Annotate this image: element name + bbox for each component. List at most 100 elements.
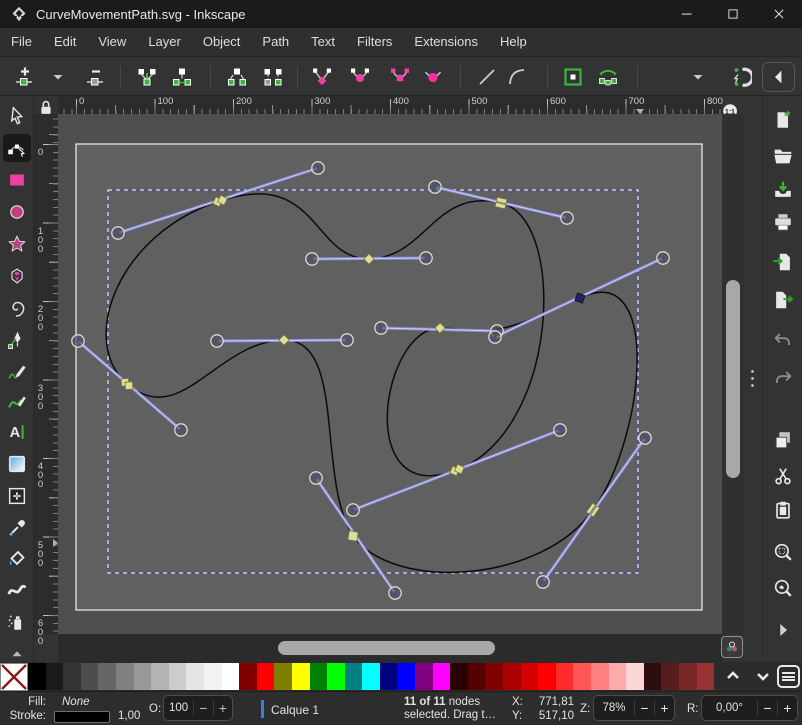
palette-swatch-10[interactable] <box>204 663 222 690</box>
vertical-scrollbar[interactable] <box>722 114 744 634</box>
maximize-button[interactable] <box>710 0 756 28</box>
tool-calligraphy[interactable] <box>3 388 31 416</box>
palette-swatch-23[interactable] <box>433 663 451 690</box>
expand-panel-button[interactable] <box>770 617 796 643</box>
palette-swatch-34[interactable] <box>626 663 644 690</box>
handle-end-9-1[interactable] <box>389 587 401 599</box>
handle-end-8-1[interactable] <box>537 576 549 588</box>
duplicate-button[interactable] <box>770 427 796 453</box>
stroke-to-path-button[interactable] <box>594 63 622 91</box>
node-corner-button[interactable] <box>308 63 336 91</box>
import-button[interactable] <box>770 249 796 275</box>
zoom-decrease-button[interactable]: − <box>634 700 654 716</box>
tool-star[interactable] <box>3 230 31 258</box>
palette-swatch-5[interactable] <box>116 663 134 690</box>
zoom-value[interactable]: 78% <box>594 702 634 714</box>
palette-swatch-4[interactable] <box>98 663 116 690</box>
layer-name[interactable]: Calque 1 <box>271 703 319 717</box>
handle-end-7-0[interactable] <box>347 504 359 516</box>
menu-item-extensions[interactable]: Extensions <box>403 28 489 56</box>
tool-mesh-gradient[interactable] <box>3 482 31 510</box>
palette-swatch-3[interactable] <box>81 663 99 690</box>
print-document-button[interactable] <box>770 209 796 235</box>
zoom-drawing-button[interactable] <box>770 575 796 601</box>
stroke-color-swatch[interactable] <box>54 711 110 723</box>
palette-swatch-26[interactable] <box>485 663 503 690</box>
stroke-width-value[interactable]: 1,00 <box>118 710 140 722</box>
tool-spray[interactable] <box>3 608 31 636</box>
palette-scroll-down-button[interactable] <box>752 665 774 687</box>
tool-dropper[interactable] <box>3 514 31 542</box>
tool-selector[interactable] <box>3 102 31 130</box>
new-document-button[interactable] <box>770 107 796 133</box>
divider-grip-icon[interactable] <box>751 368 754 388</box>
undo-button[interactable] <box>770 327 796 353</box>
palette-swatch-16[interactable] <box>310 663 328 690</box>
tool-text[interactable]: A <box>3 418 31 446</box>
cut-button[interactable] <box>770 463 796 489</box>
handle-end-2-0[interactable] <box>306 253 318 265</box>
delete-segment-button[interactable] <box>259 63 287 91</box>
open-document-button[interactable] <box>770 143 796 169</box>
close-button[interactable] <box>756 0 802 28</box>
rotation-field[interactable]: 0,00° − + <box>701 695 798 721</box>
handle-end-4-0[interactable] <box>375 322 387 334</box>
node-smooth-button[interactable] <box>346 63 374 91</box>
horizontal-scrollbar-thumb[interactable] <box>278 641 495 655</box>
palette-swatch-32[interactable] <box>591 663 609 690</box>
color-management-toggle[interactable] <box>721 636 743 658</box>
menu-item-filters[interactable]: Filters <box>346 28 403 56</box>
snap-button[interactable] <box>726 63 754 91</box>
palette-swatch-25[interactable] <box>468 663 486 690</box>
insert-node-button[interactable] <box>10 63 38 91</box>
handle-end-2-1[interactable] <box>420 252 432 264</box>
segment-line-button[interactable] <box>473 63 501 91</box>
break-nodes-button[interactable] <box>223 63 251 91</box>
paste-button[interactable] <box>770 497 796 523</box>
node-symmetric-button[interactable] <box>386 63 414 91</box>
panel-divider[interactable] <box>744 96 762 662</box>
palette-swatch-15[interactable] <box>292 663 310 690</box>
path-node-8[interactable] <box>348 531 358 541</box>
palette-menu-button[interactable] <box>777 665 800 688</box>
palette-swatch-37[interactable] <box>679 663 697 690</box>
tool-pencil[interactable] <box>3 358 31 386</box>
menu-item-edit[interactable]: Edit <box>43 28 87 56</box>
opacity-value[interactable]: 100 <box>164 702 193 714</box>
redo-button[interactable] <box>770 365 796 391</box>
horizontal-ruler[interactable]: 0100200300400500600700800 <box>58 96 722 114</box>
palette-swatch-30[interactable] <box>556 663 574 690</box>
dropdown-button[interactable] <box>44 63 72 91</box>
segment-curve-button[interactable] <box>503 63 531 91</box>
vertical-scrollbar-thumb[interactable] <box>726 280 740 478</box>
canvas-svg[interactable] <box>58 114 722 634</box>
handle-end-6-1[interactable] <box>657 252 669 264</box>
palette-swatch-17[interactable] <box>327 663 345 690</box>
handle-end-3-1[interactable] <box>341 334 353 346</box>
handle-end-7-1[interactable] <box>554 424 566 436</box>
menu-item-view[interactable]: View <box>87 28 137 56</box>
palette-swatch-13[interactable] <box>257 663 275 690</box>
opacity-increase-button[interactable]: + <box>213 700 232 716</box>
handle-end-9-0[interactable] <box>310 472 322 484</box>
zoom-selection-button[interactable] <box>770 539 796 565</box>
palette-swatch-1[interactable] <box>46 663 64 690</box>
menu-item-help[interactable]: Help <box>489 28 538 56</box>
palette-swatch-2[interactable] <box>63 663 81 690</box>
palette-swatch-38[interactable] <box>697 663 715 690</box>
object-to-path-button[interactable] <box>559 63 587 91</box>
palette-swatch-33[interactable] <box>609 663 627 690</box>
rotation-decrease-button[interactable]: − <box>757 700 777 716</box>
dropdown-button[interactable] <box>684 63 712 91</box>
menu-item-path[interactable]: Path <box>251 28 300 56</box>
palette-swatch-0[interactable] <box>28 663 46 690</box>
opacity-decrease-button[interactable]: − <box>193 700 212 716</box>
palette-swatch-8[interactable] <box>169 663 187 690</box>
tool-tweak[interactable] <box>3 576 31 604</box>
join-segment-button[interactable] <box>168 63 196 91</box>
palette-swatch-24[interactable] <box>450 663 468 690</box>
palette-swatch-9[interactable] <box>186 663 204 690</box>
handle-end-8-0[interactable] <box>639 432 651 444</box>
canvas-area[interactable] <box>58 114 722 634</box>
palette-swatch-29[interactable] <box>538 663 556 690</box>
